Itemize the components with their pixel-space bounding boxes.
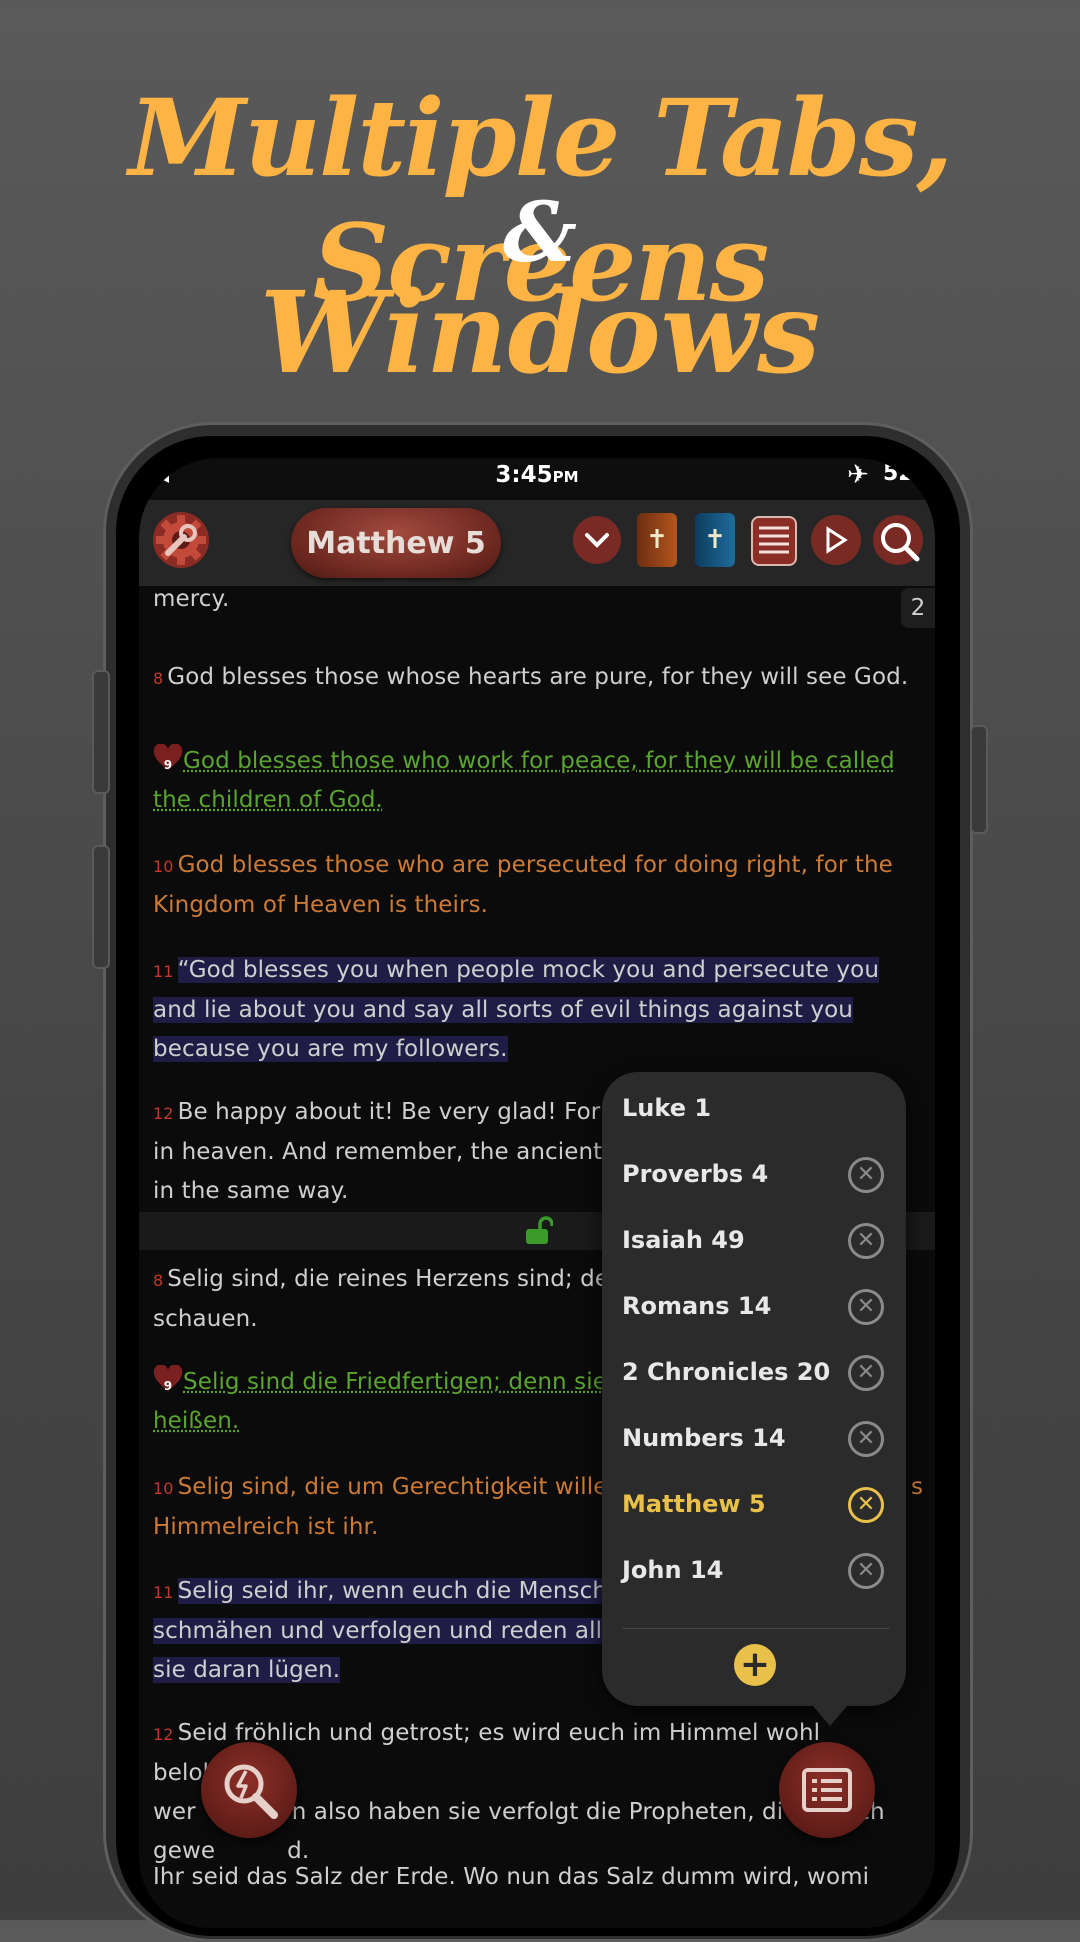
verse-13-german[interactable]: Ihr seid das Salz der Erde. Wo nun das S… [153,1858,909,1897]
heart-icon: 9 [153,743,183,772]
popup-divider [622,1628,890,1629]
tab-label: John 14 [622,1556,724,1584]
verse-9[interactable]: 9 God blesses those who work for peace, f… [153,742,909,820]
tab-label: Matthew 5 [622,1490,766,1518]
tab-item[interactable]: 2 Chronicles 20 ✕ [622,1346,892,1404]
bible-blue-icon[interactable]: ✝ [695,513,735,567]
close-tab-icon[interactable]: ✕ [848,1223,884,1259]
heart-icon: 9 [153,1364,183,1393]
verse-8[interactable]: 8 God blesses those whose hearts are pure… [153,658,909,698]
phone-volume-down [92,845,110,969]
popup-pointer [808,1700,852,1726]
tabs-menu-button[interactable] [779,1742,875,1838]
parallel-icon[interactable] [751,516,797,566]
verse-number: 10 [153,857,174,876]
close-tab-icon[interactable]: ✕ [848,1421,884,1457]
tab-item[interactable]: Luke 1 [622,1082,892,1140]
promo-headline-line2: Windows [259,268,821,399]
phone-volume-up [92,670,110,794]
settings-icon[interactable] [153,512,209,568]
promo-headline-ampersand: & [502,185,578,281]
quick-search-button[interactable] [201,1742,297,1838]
verse-number: 11 [153,962,174,981]
status-bar: ◂ 3:45PM ✈ 52 [139,458,935,500]
search-icon[interactable] [873,515,923,565]
tab-label: Luke 1 [622,1094,712,1122]
verse-number: 8 [153,669,164,688]
airplane-icon: ✈ [847,460,869,490]
add-tab-button[interactable]: + [734,1644,776,1686]
battery-level: 52 [883,461,914,486]
play-icon[interactable] [811,515,861,565]
tab-label: Romans 14 [622,1292,772,1320]
close-tab-icon[interactable]: ✕ [848,1355,884,1391]
verse-11[interactable]: 11 “God blesses you when people mock you … [153,951,909,1069]
tab-item[interactable]: Isaiah 49 ✕ [622,1214,892,1272]
tab-item[interactable]: Romans 14 ✕ [622,1280,892,1338]
verse-number: 10 [153,1479,174,1498]
book-chapter-button[interactable]: Matthew 5 [291,508,501,578]
verse-number: 12 [153,1104,174,1123]
verse-number: 8 [153,1271,164,1290]
status-time: 3:45PM [495,462,579,488]
phone-power-button [970,725,988,834]
toolbar: Matthew 5 ✝ ✝ [139,500,935,586]
unlock-icon[interactable] [523,1216,554,1250]
tab-item[interactable]: John 14 ✕ [622,1544,892,1602]
close-tab-icon[interactable]: ✕ [848,1487,884,1523]
close-tab-icon[interactable]: ✕ [848,1553,884,1589]
tab-item[interactable]: Matthew 5 ✕ [622,1478,892,1536]
tabs-popup: Luke 1 Proverbs 4 ✕ Isaiah 49 ✕ Romans 14 ✕ 2 C… [602,1072,906,1706]
tab-item[interactable]: Numbers 14 ✕ [622,1412,892,1470]
verse-number: 11 [153,1583,174,1602]
tab-label: 2 Chronicles 20 [622,1358,831,1386]
verse-10[interactable]: 10 God blesses those who are persecuted f… [153,846,909,925]
chevron-down-icon[interactable] [573,516,621,564]
close-tab-icon[interactable]: ✕ [848,1289,884,1325]
tab-label: Isaiah 49 [622,1226,745,1254]
verse-number: 12 [153,1725,174,1744]
close-tab-icon[interactable]: ✕ [848,1157,884,1193]
bible-brown-icon[interactable]: ✝ [637,513,677,567]
verse-fragment: mercy. [153,586,230,612]
tab-item[interactable]: Proverbs 4 ✕ [622,1148,892,1206]
tab-label: Numbers 14 [622,1424,786,1452]
verse-10-german-tail: s [911,1474,924,1500]
tab-label: Proverbs 4 [622,1160,769,1188]
